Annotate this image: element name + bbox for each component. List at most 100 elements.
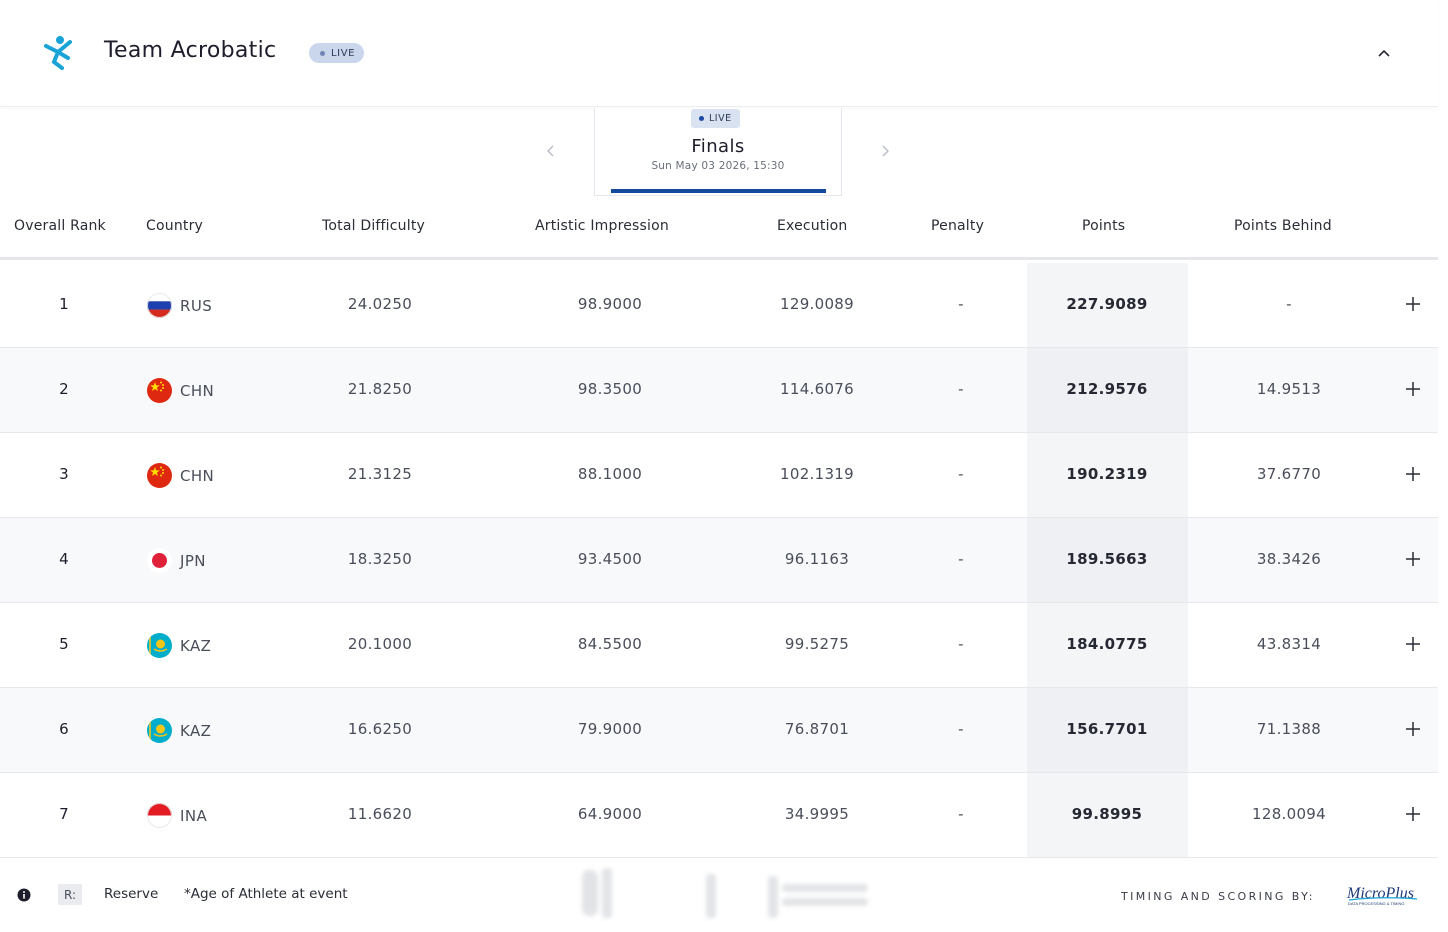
table-row[interactable]: 7 INA 11.6620 64.9000 34.9995 - 99.8995 128.009… (0, 773, 1438, 858)
results-table-header: Overall Rank Country Total Difficulty Ar… (0, 208, 1438, 260)
plus-icon (1406, 382, 1420, 396)
points-behind-cell: 43.8314 (1256, 635, 1322, 653)
artistic-impression-cell: 98.9000 (577, 295, 643, 313)
phase-tab-finals[interactable]: LIVE Finals Sun May 03 2026, 15:30 (594, 108, 842, 196)
china-flag-icon (147, 463, 172, 488)
points-behind-cell: 14.9513 (1256, 380, 1322, 398)
total-difficulty-cell: 21.3125 (347, 465, 413, 483)
plus-icon (1406, 297, 1420, 311)
rank-cell: 5 (59, 635, 69, 653)
execution-cell: 96.1163 (784, 550, 850, 568)
country-cell: CHN (147, 378, 214, 403)
total-difficulty-cell: 11.6620 (347, 805, 413, 823)
country-code: RUS (180, 296, 213, 315)
rank-cell: 7 (59, 805, 69, 823)
expand-row-button[interactable] (1403, 804, 1423, 824)
expand-row-button[interactable] (1403, 464, 1423, 484)
total-difficulty-cell: 16.6250 (347, 720, 413, 738)
table-row[interactable]: 4 JPN 18.3250 93.4500 96.1163 - 189.5663 38.342… (0, 518, 1438, 603)
country-cell: KAZ (147, 633, 211, 658)
country-code: CHN (180, 466, 215, 485)
microplus-logo-icon: MicroPlus DATA PROCESSING & TIMING (1346, 885, 1418, 906)
points-cell: 156.7701 (1066, 720, 1148, 738)
indonesia-flag-icon (147, 803, 172, 828)
reserve-key: R: (58, 884, 83, 905)
plus-icon (1406, 552, 1420, 566)
points-cell: 99.8995 (1071, 805, 1143, 823)
phase-live-label: LIVE (709, 113, 732, 124)
column-header-artistic-impression[interactable]: Artistic Impression (535, 218, 669, 234)
rank-cell: 4 (59, 550, 69, 568)
country-cell: JPN (147, 548, 206, 573)
points-behind-cell: 71.1388 (1256, 720, 1322, 738)
penalty-cell: - (958, 465, 964, 483)
points-behind-cell: 37.6770 (1256, 465, 1322, 483)
kazakhstan-flag-icon (147, 633, 172, 658)
expand-row-button[interactable] (1403, 294, 1423, 314)
column-header-overall-rank[interactable]: Overall Rank (14, 218, 106, 234)
country-cell: RUS (147, 293, 212, 318)
active-tab-indicator (611, 189, 826, 193)
china-flag-icon (147, 378, 172, 403)
total-difficulty-cell: 21.8250 (347, 380, 413, 398)
plus-icon (1406, 467, 1420, 481)
chevron-left-icon (547, 145, 554, 157)
points-cell: 190.2319 (1066, 465, 1148, 483)
gymnast-logo-icon (44, 36, 72, 70)
collapse-button[interactable] (1374, 43, 1394, 63)
previous-phase-button[interactable] (540, 141, 560, 161)
chevron-right-icon (882, 145, 889, 157)
penalty-cell: - (958, 380, 964, 398)
next-phase-button[interactable] (876, 141, 896, 161)
country-code: KAZ (180, 721, 212, 740)
country-cell: CHN (147, 463, 214, 488)
live-badge: LIVE (309, 43, 365, 63)
phase-live-badge: LIVE (691, 109, 740, 128)
table-row[interactable]: 6 KAZ 16.6250 79.9000 76.8701 - 156.7701 71.138… (0, 688, 1438, 773)
brand-subtitle: DATA PROCESSING & TIMING (1348, 901, 1404, 906)
column-header-execution[interactable]: Execution (777, 218, 848, 234)
chevron-up-icon (1378, 49, 1390, 57)
country-code: JPN (180, 551, 206, 570)
live-dot-icon (699, 116, 704, 121)
execution-cell: 129.0089 (780, 295, 854, 313)
table-row[interactable]: 2 CHN 21.8250 98.3500 114.6076 - 212.9576 14.95… (0, 348, 1438, 433)
table-row[interactable]: 1 RUS 24.0250 98.9000 129.0089 - 227.9089 - (0, 263, 1438, 348)
column-header-penalty[interactable]: Penalty (931, 218, 984, 234)
live-dot-icon (320, 50, 325, 56)
expand-row-button[interactable] (1403, 634, 1423, 654)
rank-cell: 2 (59, 380, 69, 398)
plus-icon (1406, 807, 1420, 821)
column-header-points[interactable]: Points (1082, 218, 1125, 234)
expand-row-button[interactable] (1403, 379, 1423, 399)
penalty-cell: - (958, 295, 964, 313)
info-icon[interactable] (17, 888, 31, 902)
phase-title: Finals (691, 136, 745, 157)
footer: R: Reserve *Age of Athlete at event TIMI… (0, 858, 1448, 932)
penalty-cell: - (958, 635, 964, 653)
artistic-impression-cell: 79.9000 (577, 720, 643, 738)
column-header-country[interactable]: Country (146, 218, 203, 234)
column-header-points-behind[interactable]: Points Behind (1234, 218, 1332, 234)
penalty-cell: - (958, 805, 964, 823)
points-cell: 189.5663 (1066, 550, 1148, 568)
artistic-impression-cell: 64.9000 (577, 805, 643, 823)
artistic-impression-cell: 98.3500 (577, 380, 643, 398)
expand-row-button[interactable] (1403, 719, 1423, 739)
expand-row-button[interactable] (1403, 549, 1423, 569)
table-row[interactable]: 3 CHN 21.3125 88.1000 102.1319 - 190.2319 37.67… (0, 433, 1438, 518)
points-behind-cell: 128.0094 (1252, 805, 1326, 823)
russia-flag-icon (147, 293, 172, 318)
page-title: Team Acrobatic (104, 38, 277, 63)
country-cell: INA (147, 803, 207, 828)
table-row[interactable]: 5 KAZ 20.1000 84.5500 99.5275 - 184.0775 43.831… (0, 603, 1438, 688)
column-header-total-difficulty[interactable]: Total Difficulty (322, 218, 425, 234)
artistic-impression-cell: 88.1000 (577, 465, 643, 483)
total-difficulty-cell: 18.3250 (347, 550, 413, 568)
execution-cell: 99.5275 (784, 635, 850, 653)
country-cell: KAZ (147, 718, 211, 743)
reserve-label: Reserve (104, 886, 159, 902)
execution-cell: 102.1319 (780, 465, 854, 483)
plus-icon (1406, 722, 1420, 736)
age-note: *Age of Athlete at event (184, 886, 348, 902)
